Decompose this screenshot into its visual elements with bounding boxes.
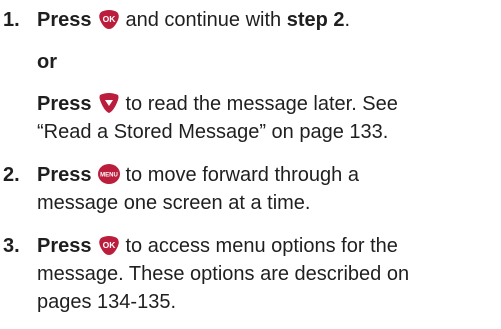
step-1-number: 1. (3, 9, 20, 31)
step-1-line-1: Press OK and continue with step 2. (37, 8, 350, 32)
step-1-text: and continue with (125, 9, 282, 31)
step-3-number: 3. (3, 235, 20, 257)
step-2-number: 2. (3, 164, 20, 186)
step-3-line-2: message. These options are described on (37, 263, 410, 285)
step-1-end: . (344, 9, 351, 31)
menu-key-icon: MENU (97, 163, 121, 185)
alt-text-1: to read the message later. See (125, 93, 398, 115)
press-label: Press (37, 235, 92, 257)
step-3-text-1: to access menu options for the (125, 235, 398, 257)
alt-line-2: “Read a Stored Message” on page 133. (37, 121, 389, 143)
step-3-line-1: Press OK to access menu options for the (37, 234, 398, 258)
press-label: Press (37, 164, 92, 186)
step-2-text-1: to move forward through a (125, 164, 359, 186)
step-3-line-3: pages 134-135. (37, 291, 177, 313)
or-label: or (37, 51, 57, 73)
ok-key-icon: OK (97, 234, 121, 256)
alt-line-1: Press to read the message later. See (37, 92, 398, 116)
step-2-line-2: message one screen at a time. (37, 192, 311, 214)
press-label: Press (37, 9, 92, 31)
menu-key-label: MENU (100, 172, 118, 178)
step-2-line-1: Press MENU to move forward through a (37, 163, 359, 187)
ok-key-label: OK (102, 240, 116, 250)
press-label: Press (37, 93, 92, 115)
ok-key-label: OK (102, 14, 116, 24)
step-2-reference: step 2 (286, 9, 345, 31)
ok-key-icon: OK (97, 8, 121, 30)
down-key-icon (97, 92, 121, 114)
